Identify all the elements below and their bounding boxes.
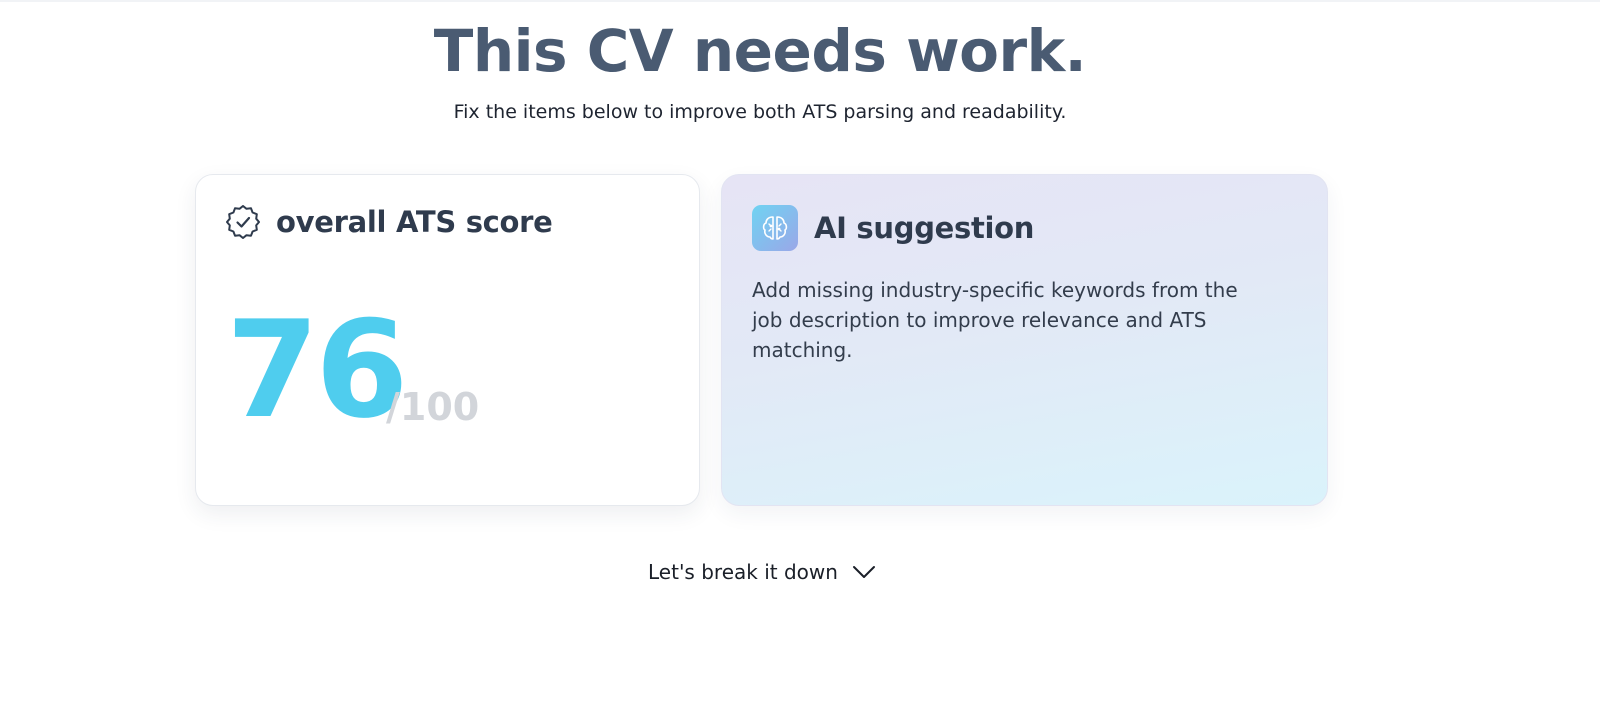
results-page: This CV needs work. Fix the items below … bbox=[0, 0, 1600, 722]
score-card-header: overall ATS score bbox=[226, 205, 553, 239]
ai-card-title: AI suggestion bbox=[814, 211, 1035, 245]
break-it-down-label: Let's break it down bbox=[648, 560, 838, 584]
ai-card-header: AI suggestion bbox=[752, 205, 1034, 251]
ats-score-max: /100 bbox=[386, 385, 480, 429]
verified-badge-icon bbox=[226, 205, 260, 239]
score-card-title: overall ATS score bbox=[276, 205, 553, 239]
page-subtitle: Fix the items below to improve both ATS … bbox=[453, 101, 1067, 123]
ats-score-card: overall ATS score 76 /100 bbox=[195, 174, 700, 506]
ai-suggestion-text: Add missing industry-specific keywords f… bbox=[752, 278, 1238, 362]
ai-suggestion-card: AI suggestion Add missing industry-speci… bbox=[721, 174, 1328, 506]
break-it-down-toggle[interactable]: Let's break it down bbox=[648, 560, 876, 584]
top-divider bbox=[0, 0, 1600, 2]
ai-brain-icon bbox=[752, 205, 798, 251]
ats-score-value: 76 bbox=[226, 292, 408, 448]
page-title: This CV needs work. bbox=[433, 17, 1087, 85]
chevron-down-icon bbox=[852, 564, 876, 580]
